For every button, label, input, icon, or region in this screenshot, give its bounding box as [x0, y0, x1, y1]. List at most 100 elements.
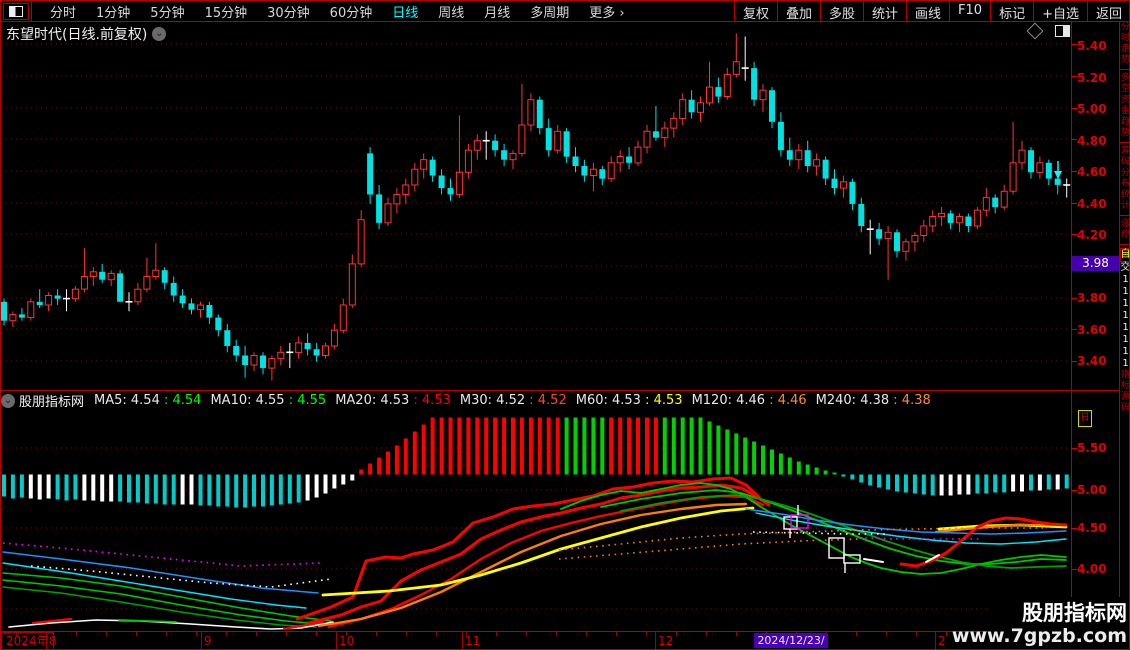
period-tab-分时[interactable]: 分时 — [40, 1, 86, 23]
timeline-month-label: 12 — [658, 634, 674, 648]
strip-count[interactable]: 1 — [1122, 298, 1128, 310]
toolbar-button-复权[interactable]: 复权 — [733, 1, 777, 22]
toolbar-button-多股[interactable]: 多股 — [819, 1, 863, 22]
month-separator — [655, 632, 656, 649]
price-axis-label: 4.60 — [1077, 165, 1107, 179]
strip-section-0-char[interactable]: 分 — [1121, 22, 1129, 33]
toolbar-button-返回[interactable]: 返回 — [1086, 1, 1129, 22]
strip-section-1-char[interactable]: 多 — [1121, 73, 1129, 84]
indicator-panel-chart[interactable] — [1, 409, 1071, 631]
period-tab-1分钟[interactable]: 1分钟 — [86, 1, 140, 23]
toolbar-button-标记[interactable]: 标记 — [990, 1, 1033, 22]
diamond-marker-icon[interactable] — [1026, 22, 1044, 40]
strip-section-0-char[interactable]: 时 — [1121, 33, 1129, 44]
toolbar-button-F10[interactable]: F10 — [949, 1, 990, 22]
axis-border-line — [1071, 22, 1072, 649]
timeline-tick — [316, 632, 317, 636]
axis-tick — [1071, 298, 1077, 299]
strip-tail-char[interactable]: 指 — [1121, 370, 1129, 381]
timeline-tick — [586, 632, 587, 636]
price-axis-label: 5.00 — [1077, 102, 1107, 116]
period-tab-月线[interactable]: 月线 — [474, 1, 520, 23]
timeline-tick — [916, 632, 917, 636]
strip-count[interactable]: 1 — [1122, 286, 1128, 298]
price-axis-label: 4.40 — [1077, 197, 1107, 211]
strip-tail-char[interactable]: 源 — [1121, 392, 1129, 403]
month-separator — [462, 632, 463, 649]
indicator-name[interactable]: 股朋指标网 — [19, 392, 84, 409]
ma-item: M30: 4.52 : 4.52 — [459, 393, 567, 408]
strip-section-1-char[interactable]: 金 — [1121, 106, 1129, 117]
axis-tick — [1071, 139, 1077, 140]
timeline-tick — [886, 632, 887, 636]
price-axis-label: 5.40 — [1077, 39, 1107, 53]
period-tab-多周期[interactable]: 多周期 — [520, 1, 579, 23]
main-candlestick-chart[interactable] — [1, 22, 1071, 391]
strip-section-2-char[interactable]: 统 — [1121, 190, 1129, 201]
timeline-tick — [496, 632, 497, 636]
strip-tail-char[interactable]: 标 — [1121, 381, 1129, 392]
strip-trade-tab[interactable]: 交 — [1121, 262, 1130, 274]
strip-count[interactable]: 1 — [1122, 346, 1128, 358]
axis-tick — [1071, 44, 1077, 45]
watermark-site-name: 股朋指标网 — [1022, 601, 1127, 625]
strip-section-0-char[interactable]: 势 — [1121, 55, 1129, 66]
strip-count[interactable]: 1 — [1122, 358, 1128, 370]
strip-section-1-char[interactable]: 资 — [1121, 95, 1129, 106]
toolbar-button-+自选[interactable]: +自选 — [1033, 1, 1087, 22]
timeline-month-label: 11 — [465, 634, 481, 648]
price-axis-label: 4.80 — [1077, 134, 1107, 148]
title-dropdown-icon[interactable]: ⌄ — [152, 27, 167, 41]
timeline-tick — [646, 632, 647, 636]
axis-tick — [1071, 171, 1077, 172]
strip-tail-char[interactable]: 码 — [1121, 403, 1129, 414]
strip-count[interactable]: 1 — [1122, 310, 1128, 322]
strip-section-3-char[interactable]: 停 — [1121, 230, 1129, 241]
strip-section-2-char[interactable]: 计 — [1121, 201, 1129, 212]
strip-section-0-char[interactable]: 走 — [1121, 44, 1129, 55]
timeline-year-label: 2024年 — [1, 632, 54, 649]
panel-axis-corner-icon[interactable]: 日 — [1078, 410, 1092, 427]
timeline-month-label: 2 — [938, 634, 946, 648]
timeline-tick — [556, 632, 557, 636]
period-tab-30分钟[interactable]: 30分钟 — [257, 1, 320, 23]
stock-title-row: 东望时代(日线.前复权) ⌄ — [6, 24, 167, 44]
ma-item: MA20: 4.53 : 4.53 — [335, 393, 451, 408]
timeline-tick — [676, 632, 677, 636]
strip-count[interactable]: 1 — [1122, 322, 1128, 334]
timeline-tick — [946, 632, 947, 636]
strip-section-3-char[interactable]: 涨 — [1121, 219, 1129, 230]
toolbar-button-画线[interactable]: 画线 — [906, 1, 949, 22]
axis-tick — [1071, 569, 1077, 570]
strip-section-2-char[interactable]: 码 — [1121, 157, 1129, 168]
strip-count[interactable]: 1 — [1122, 274, 1128, 286]
indicator-dropdown-icon[interactable]: ⌄ — [1, 393, 15, 408]
toolbar-divider — [31, 1, 32, 22]
right-sidebar-strip[interactable]: 分时走势多空资金趋势筹码分布统计涨停自交11111111指标源码 — [1119, 22, 1130, 649]
toolbar-button-统计[interactable]: 统计 — [863, 1, 906, 22]
date-axis[interactable]: 2024年8 9 10 11 12 2 2024/12/23/一 — [1, 631, 1071, 649]
period-tab-更多 ›[interactable]: 更多 › — [579, 1, 634, 23]
timeline-tick — [736, 632, 737, 636]
period-tab-5分钟[interactable]: 5分钟 — [140, 1, 194, 23]
period-tab-周线[interactable]: 周线 — [428, 1, 474, 23]
strip-section-1-char[interactable]: 空 — [1121, 84, 1129, 95]
tdx-window: 分时 1分钟 5分钟 15分钟 30分钟 60分钟 日线 周线 月线 多周期 更多 › 复权 叠加 多股… — [0, 0, 1130, 650]
app-window-icon[interactable] — [3, 2, 29, 20]
strip-count[interactable]: 1 — [1122, 334, 1128, 346]
strip-favorites-tab[interactable]: 自 — [1119, 248, 1129, 262]
period-tab-日线[interactable]: 日线 — [382, 1, 428, 23]
timeline-tick — [616, 632, 617, 636]
period-tab-15分钟[interactable]: 15分钟 — [195, 1, 258, 23]
strip-section-1-char[interactable]: 势 — [1121, 128, 1129, 139]
strip-section-2-char[interactable]: 筹 — [1121, 146, 1129, 157]
timeline-tick — [256, 632, 257, 636]
strip-section-2-char[interactable]: 布 — [1121, 179, 1129, 190]
strip-section-1-char[interactable]: 趋 — [1121, 117, 1129, 128]
top-toolbar: 分时 1分钟 5分钟 15分钟 30分钟 60分钟 日线 周线 月线 多周期 更多 › 复权 叠加 多股… — [1, 1, 1129, 23]
split-pane-icon[interactable] — [1055, 25, 1070, 37]
strip-section-2-char[interactable]: 分 — [1121, 168, 1129, 179]
period-tab-60分钟[interactable]: 60分钟 — [320, 1, 383, 23]
panel-axis-label: 4.00 — [1077, 562, 1107, 576]
toolbar-button-叠加[interactable]: 叠加 — [776, 1, 820, 22]
